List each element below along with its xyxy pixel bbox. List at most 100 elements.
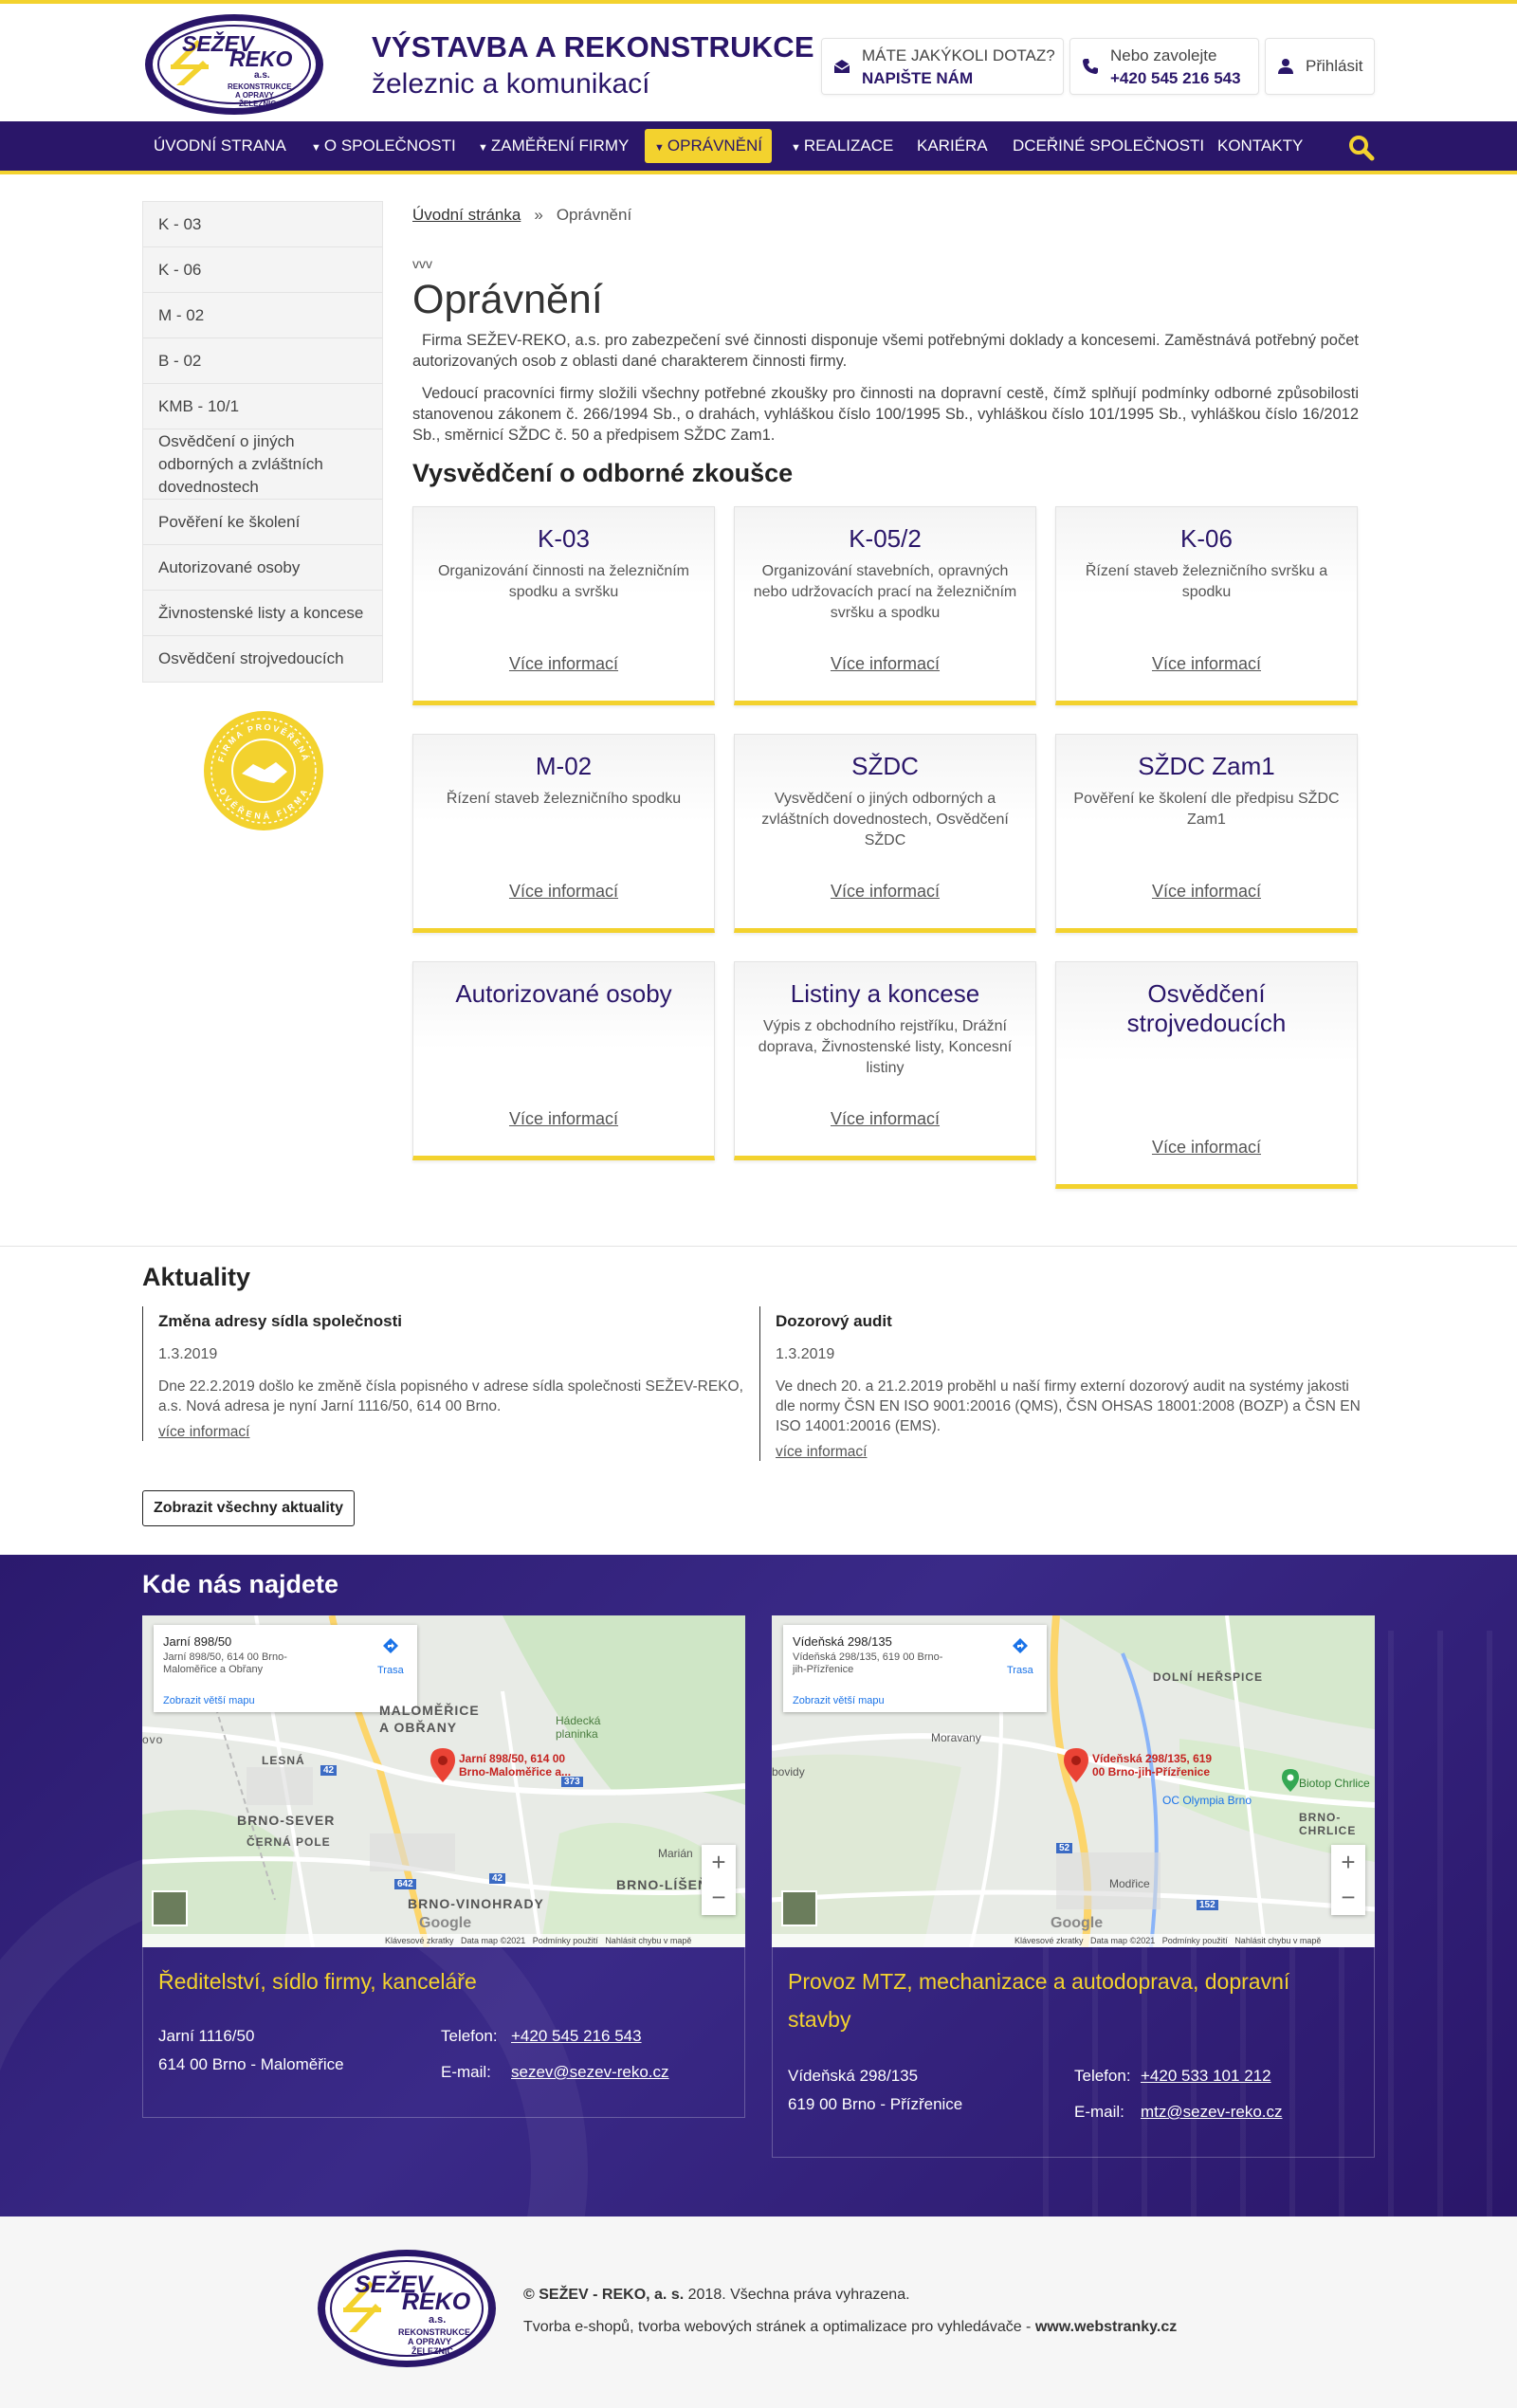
map-footer-shortcuts[interactable]: Klávesové zkratky [1014,1936,1084,1945]
caret-down-icon: ▼ [791,142,801,154]
more-info-link[interactable]: Více informací [735,882,1035,902]
map-footer-shortcuts[interactable]: Klávesové zkratky [385,1936,454,1945]
card-description: Organizování stavebních, opravných nebo … [753,563,1017,621]
contact-us-box[interactable]: MÁTE JAKÝKOLI DOTAZ? NAPIŠTE NÁM [821,38,1064,95]
map-operations[interactable]: Vídeňská 298/135 Vídeňská 298/135, 619 0… [772,1615,1375,1947]
office-email[interactable]: mtz@sezev-reko.cz [1141,2097,1283,2127]
office-title: Provoz MTZ, mechanizace a autodoprava, d… [788,1969,1290,2032]
company-logo[interactable]: SEŽEV REKO a.s. REKONSTRUKCE A OPRAVY ŽE… [142,11,326,122]
office-phone[interactable]: +420 545 216 543 [511,2021,642,2052]
footer-logo-graphic: SEŽEV REKO a.s. REKONSTRUKCE A OPRAVY ŽE… [318,2250,496,2367]
logo-text-2: REKO [402,2289,471,2315]
road-number: 642 [394,1879,416,1889]
footer-credits-text: Tvorba e-shopů, tvorba webových stránek … [523,2319,1035,2335]
page-title: Oprávnění [412,277,603,322]
map-route-link[interactable]: Trasa [1007,1665,1033,1676]
pre-title-text: vvv [412,256,432,271]
logo-text-4: REKONSTRUKCE [398,2327,470,2337]
sidebar-item-other-skills[interactable]: Osvědčení o jiných odborných a zvláštníc… [143,429,382,500]
sidebar-item-m02[interactable]: M - 02 [143,293,382,338]
map-label: A OBŘANY [379,1720,458,1735]
login-button[interactable]: Přihlásit [1265,38,1375,95]
nav-item-subsidiaries[interactable]: DCEŘINÉ SPOLEČNOSTI [1003,129,1214,163]
permit-card-licenses: Listiny a koncese Výpis z obchodního rej… [734,961,1036,1160]
office-email[interactable]: sezev@sezev-reko.cz [511,2057,669,2088]
satellite-toggle[interactable] [152,1890,188,1926]
map-larger-link[interactable]: Zobrazit větší mapu [793,1695,885,1706]
nav-item-contacts[interactable]: KONTAKTY [1208,129,1312,163]
map-route-link[interactable]: Trasa [377,1665,404,1676]
search-icon[interactable] [1348,135,1375,166]
zoom-in-button[interactable]: + [702,1845,736,1880]
breadcrumb: Úvodní stránka » Oprávnění [412,206,631,225]
permit-card-k05-2: K-05/2 Organizování stavebních, opravnýc… [734,506,1036,705]
sidebar-item-k03[interactable]: K - 03 [143,202,382,247]
nav-item-focus[interactable]: ▼ ZAMĚŘENÍ FIRMY [468,129,638,163]
map-larger-link[interactable]: Zobrazit větší mapu [163,1695,255,1706]
map-footer-report[interactable]: Nahlásit chybu v mapě [1234,1936,1321,1945]
map-label: ovo [142,1733,164,1746]
map-label: BRNO-CHRLICE [1299,1811,1357,1837]
logo-text-6: ŽELEZNIC [411,2345,453,2356]
news-item: Dozorový audit 1.3.2019 Ve dnech 20. a 2… [759,1306,1366,1461]
office-phone[interactable]: +420 533 101 212 [1141,2061,1271,2091]
map-footer-report[interactable]: Nahlásit chybu v mapě [605,1936,691,1945]
map-label: bovidy [772,1765,805,1779]
sidebar-item-b02[interactable]: B - 02 [143,338,382,384]
road-number: 42 [489,1873,506,1884]
footer-logo[interactable]: SEŽEV REKO a.s. REKONSTRUKCE A OPRAVY ŽE… [315,2247,499,2375]
news-more-link[interactable]: více informací [158,1424,749,1441]
caret-down-icon: ▼ [478,142,488,154]
directions-icon[interactable] [381,1636,400,1660]
breadcrumb-home[interactable]: Úvodní stránka [412,206,521,224]
zoom-in-button[interactable]: + [1331,1845,1365,1880]
footer-copyright: © SEŽEV - REKO, a. s. 2018. Všechna práv… [523,2287,910,2304]
map-card-title: Vídeňská 298/135 [793,1634,892,1649]
sidebar-item-k06[interactable]: K - 06 [143,247,382,293]
user-icon [1277,58,1294,75]
more-info-link[interactable]: Více informací [413,1109,714,1129]
map-pin-icon[interactable] [430,1748,455,1787]
sidebar-item-authorized[interactable]: Autorizované osoby [143,545,382,591]
map-pin-icon[interactable] [1064,1748,1088,1787]
news-more-link[interactable]: více informací [776,1444,1366,1461]
nav-item-home[interactable]: ÚVODNÍ STRANA [144,129,296,163]
contact-write-link[interactable]: NAPIŠTE NÁM [862,69,973,88]
call-box[interactable]: Nebo zavolejte +420 545 216 543 [1069,38,1259,95]
more-info-link[interactable]: Více informací [1056,1138,1357,1158]
nav-label: ZAMĚŘENÍ FIRMY [490,137,630,155]
office-title: Ředitelství, sídlo firmy, kanceláře [158,1969,477,1994]
map-info-card: Jarní 898/50 Jarní 898/50, 614 00 Brno-M… [154,1625,417,1712]
satellite-toggle[interactable] [781,1890,817,1926]
map-footer-terms[interactable]: Podmínky použití [533,1936,598,1945]
footer-credits-link[interactable]: www.webstranky.cz [1035,2319,1177,2335]
more-info-link[interactable]: Více informací [735,1109,1035,1129]
zoom-out-button[interactable]: − [1331,1880,1365,1915]
site-header: SEŽEV REKO a.s. REKONSTRUKCE A OPRAVY ŽE… [0,4,1517,121]
all-news-button[interactable]: Zobrazit všechny aktuality [142,1490,355,1526]
nav-item-projects[interactable]: ▼ REALIZACE [781,129,903,163]
sidebar-item-licenses[interactable]: Živnostenské listy a koncese [143,591,382,636]
more-info-link[interactable]: Více informací [413,882,714,902]
sidebar-item-drivers[interactable]: Osvědčení strojvedoucích [143,636,382,682]
nav-item-career[interactable]: KARIÉRA [907,129,997,163]
nav-item-permits[interactable]: ▼ OPRÁVNĚNÍ [645,129,773,163]
zoom-out-button[interactable]: − [702,1880,736,1915]
more-info-link[interactable]: Více informací [413,654,714,674]
office-phone-label: Telefon: [1074,2067,1131,2085]
news-item-title: Dozorový audit [776,1312,892,1330]
sidebar-item-kmb[interactable]: KMB - 10/1 [143,384,382,429]
more-info-link[interactable]: Více informací [1056,654,1357,674]
news-item: Změna adresy sídla společnosti 1.3.2019 … [142,1306,749,1441]
sidebar-item-training[interactable]: Pověření ke školení [143,500,382,545]
call-number[interactable]: +420 545 216 543 [1110,69,1241,88]
nav-item-about[interactable]: ▼ O SPOLEČNOSTI [302,129,466,163]
map-footer-terms[interactable]: Podmínky použití [1162,1936,1228,1945]
directions-icon[interactable] [1011,1636,1030,1660]
site-title: VÝSTAVBA A REKONSTRUKCE [372,30,814,64]
map-headquarters[interactable]: Jarní 898/50 Jarní 898/50, 614 00 Brno-M… [142,1615,745,1947]
more-info-link[interactable]: Více informací [1056,882,1357,902]
more-info-link[interactable]: Více informací [735,654,1035,674]
map-label: BRNO-VINOHRADY [408,1896,544,1911]
map-zoom-control: + − [702,1845,736,1915]
